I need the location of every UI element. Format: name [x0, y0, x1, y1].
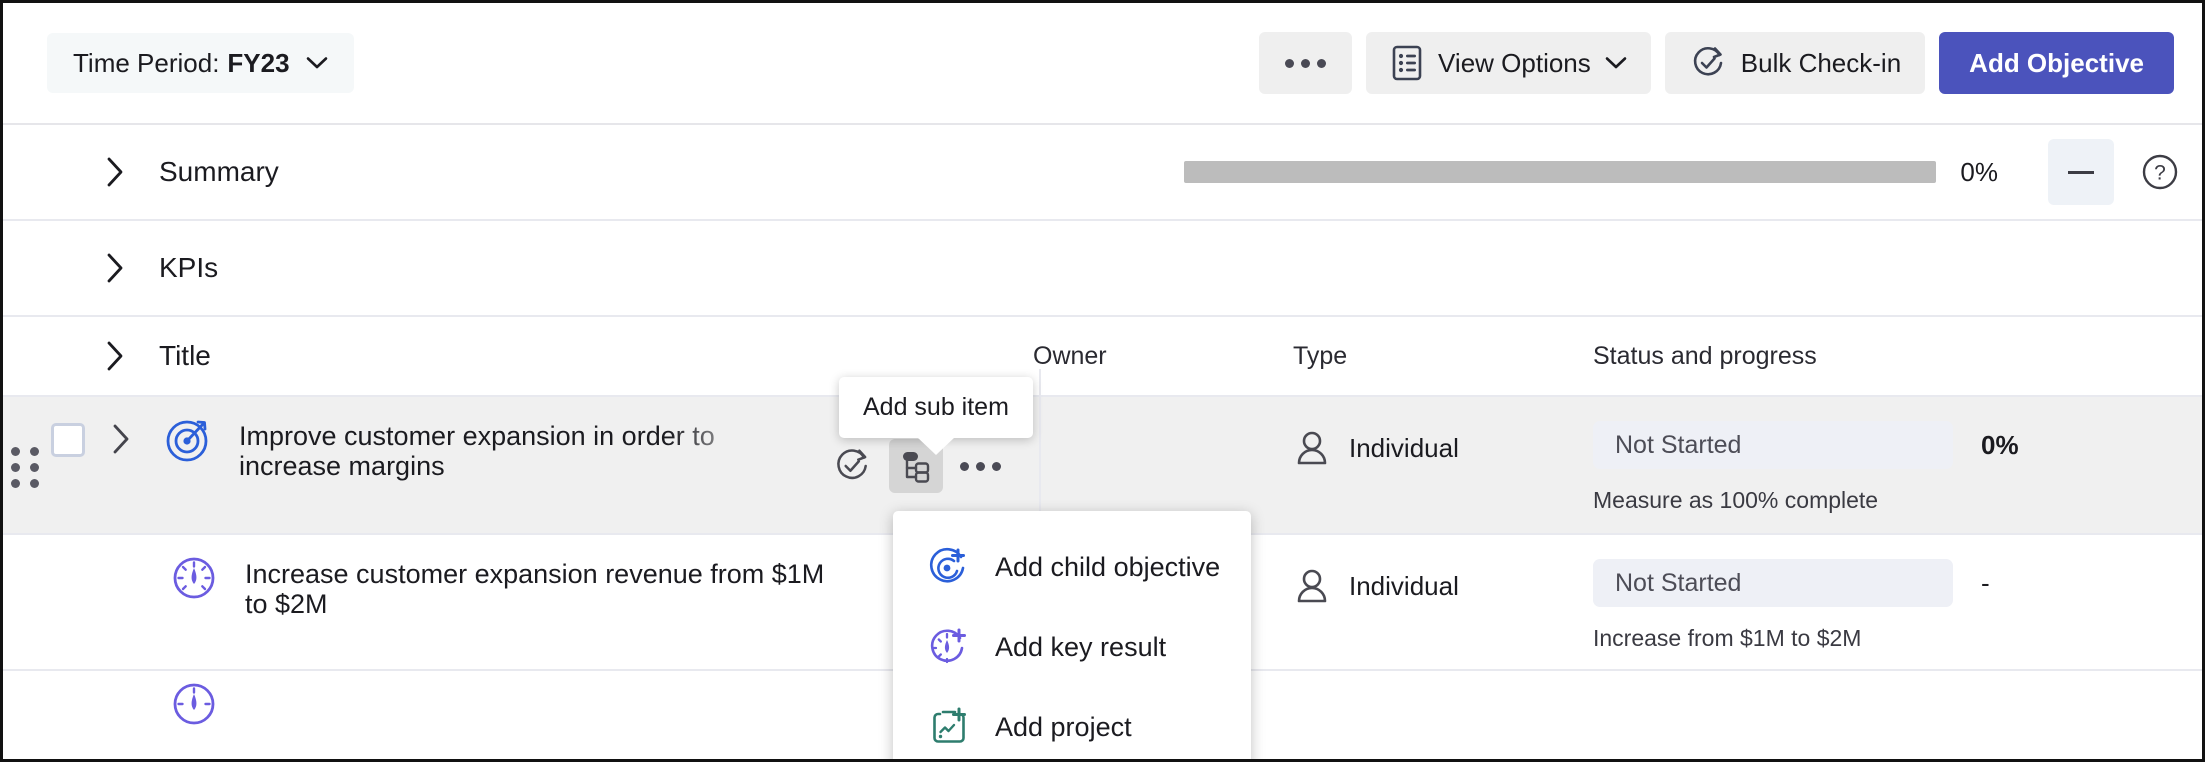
toolbar-actions: View Options Bulk Check-in Add Objective [1259, 32, 2174, 94]
menu-item-label: Add child objective [995, 551, 1221, 582]
owner-column-header[interactable]: Owner [1033, 342, 1293, 371]
person-icon [1297, 569, 1327, 603]
row-checkbox[interactable] [51, 423, 85, 457]
svg-text:?: ? [2154, 162, 2166, 185]
menu-item-add-project[interactable]: Add project [893, 687, 1251, 759]
kpis-row[interactable]: KPIs [3, 221, 2202, 317]
chevron-right-icon[interactable] [103, 154, 127, 190]
time-period-value: FY23 [227, 47, 290, 78]
type-column-header[interactable]: Type [1293, 342, 1593, 371]
row-owner-cell[interactable] [1033, 397, 1293, 427]
more-options-button[interactable] [1259, 32, 1353, 94]
summary-progress-text: 0% [1960, 156, 1998, 187]
check-in-icon [1693, 47, 1723, 76]
list-options-icon [1392, 45, 1422, 81]
add-sub-item-tooltip: Add sub item [839, 377, 1033, 438]
chevron-right-icon[interactable] [103, 250, 127, 286]
ellipsis-icon [959, 461, 1001, 471]
add-sub-item-menu: Add child objective Add key result Add p… [893, 511, 1251, 759]
status-badge[interactable]: Not Started [1593, 421, 1953, 469]
help-button[interactable]: ? [2138, 150, 2182, 194]
kpis-label: KPIs [159, 252, 219, 283]
row-progress-text: 0% [1981, 429, 2019, 460]
gauge-icon [173, 557, 215, 599]
status-column-header[interactable]: Status and progress [1593, 342, 2202, 371]
row-status-line: Not Started 0% [1593, 421, 2202, 469]
time-period-label: Time Period: [73, 47, 220, 78]
check-in-button[interactable] [825, 439, 879, 493]
tooltip-text: Add sub item [863, 393, 1009, 421]
status-badge-label: Not Started [1615, 568, 1742, 597]
time-period-dropdown[interactable]: Time Period: FY23 [47, 33, 354, 93]
board-plus-icon [933, 707, 966, 743]
row-status-cell: Not Started - Increase from $1M to $2M [1593, 535, 2202, 652]
row-status-subtitle: Increase from $1M to $2M [1593, 625, 1862, 651]
row-status-cell: Not Started 0% Measure as 100% complete [1593, 397, 2202, 514]
help-circle-icon: ? [2142, 154, 2178, 190]
target-plus-icon [929, 547, 965, 583]
menu-item-label: Add project [995, 711, 1132, 742]
bulk-checkin-button[interactable]: Bulk Check-in [1664, 32, 1926, 94]
row-status-line: Not Started - [1593, 559, 2202, 607]
add-objective-button[interactable]: Add Objective [1939, 32, 2174, 94]
menu-item-add-child-objective[interactable]: Add child objective [893, 527, 1251, 607]
row-type-value: Individual [1349, 432, 1459, 463]
kpis-title-cell: KPIs [3, 250, 218, 286]
drag-handle[interactable] [11, 447, 41, 488]
summary-progress-bar [1184, 161, 1937, 183]
person-icon [1297, 431, 1327, 465]
type-column-label: Type [1293, 341, 1348, 370]
gauge-icon [173, 683, 215, 725]
add-objective-label: Add Objective [1969, 47, 2144, 78]
summary-progress-area: 0% ? [1184, 139, 2202, 205]
row-title-cell: Increase customer expansion revenue from… [3, 535, 1033, 619]
top-toolbar: Time Period: FY23 View Options Bulk Chec… [3, 3, 2202, 125]
chevron-right-icon[interactable] [103, 338, 127, 374]
status-badge[interactable]: Not Started [1593, 559, 1953, 607]
view-options-label: View Options [1438, 47, 1591, 78]
chevron-down-icon [1605, 57, 1627, 69]
status-column-label: Status and progress [1593, 341, 1817, 370]
summary-label: Summary [159, 156, 279, 187]
summary-title-cell: Summary [3, 154, 279, 190]
row-type-cell[interactable]: Individual [1293, 535, 1593, 607]
row-more-options-button[interactable] [953, 439, 1007, 493]
row-status-subtitle: Measure as 100% complete [1593, 487, 1879, 513]
title-column-label: Title [159, 340, 211, 371]
chevron-down-icon [306, 57, 327, 69]
owner-column-label: Owner [1033, 341, 1107, 370]
collapse-summary-button[interactable] [2048, 139, 2114, 205]
gauge-plus-icon [930, 628, 966, 664]
ellipsis-icon [1285, 58, 1327, 68]
menu-item-label: Add key result [995, 631, 1167, 662]
status-badge-label: Not Started [1615, 430, 1742, 459]
row-type-value: Individual [1349, 570, 1459, 601]
row-title-text: Improve customer expansion in order to i… [239, 421, 715, 482]
minus-icon [2068, 170, 2094, 174]
column-header-row: Title Owner Type Status and progress [3, 317, 2202, 397]
view-options-button[interactable]: View Options [1366, 32, 1651, 94]
row-title-cell [3, 671, 1033, 729]
row-progress-text: - [1981, 567, 1990, 598]
check-in-icon [837, 449, 867, 480]
title-column-header[interactable]: Title [3, 338, 1033, 374]
bulk-checkin-label: Bulk Check-in [1740, 47, 1902, 78]
okr-grid-app: Time Period: FY23 View Options Bulk Chec… [0, 0, 2205, 762]
target-icon [166, 420, 208, 462]
row-title-text: Increase customer expansion revenue from… [245, 559, 825, 620]
row-type-cell[interactable]: Individual [1293, 397, 1593, 469]
summary-row[interactable]: Summary 0% ? [3, 125, 2202, 221]
menu-item-add-key-result[interactable]: Add key result [893, 607, 1251, 687]
chevron-right-icon[interactable] [109, 421, 133, 457]
